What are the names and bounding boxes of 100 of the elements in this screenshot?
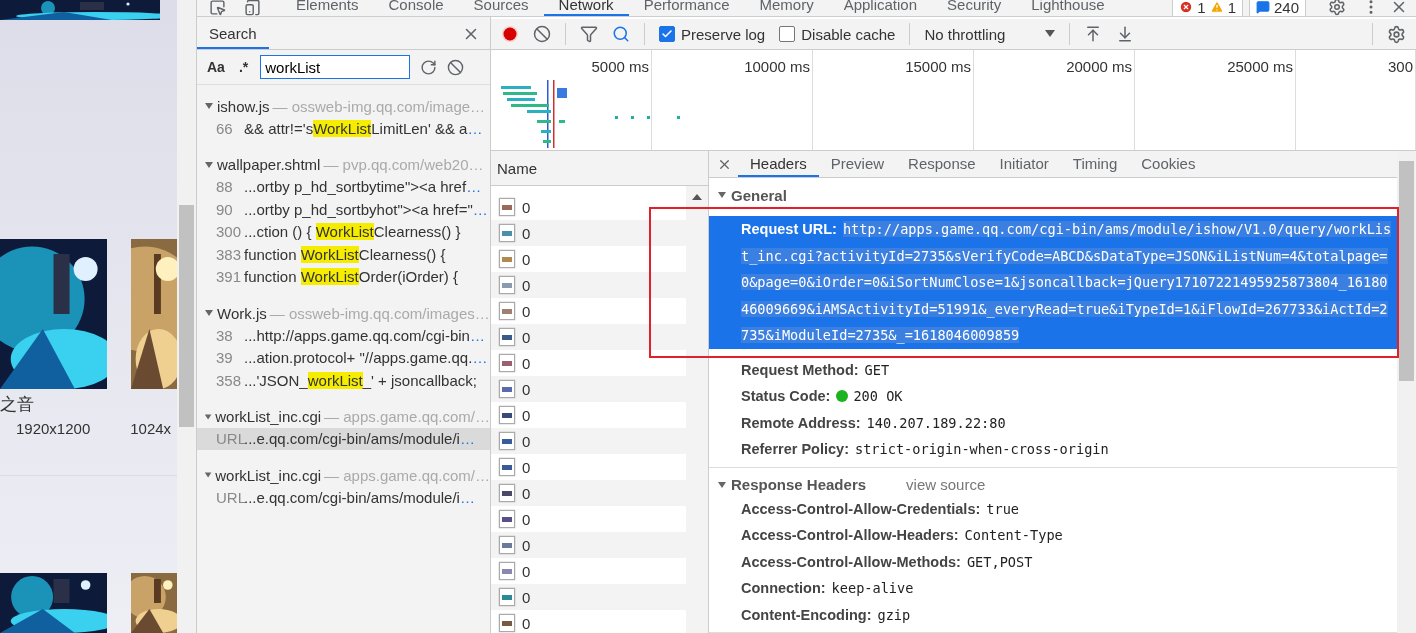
checkbox-label[interactable]: Disable cache: [801, 25, 896, 43]
settings-icon[interactable]: [1387, 24, 1406, 44]
header-field: Access-Control-Allow-Credentials: true: [709, 495, 1397, 522]
dropdown-caret-icon[interactable]: [1045, 30, 1056, 38]
request-row[interactable]: 0: [491, 376, 686, 402]
detail-tab[interactable]: Cookies: [1129, 151, 1208, 177]
detail-tab[interactable]: Preview: [818, 151, 897, 177]
request-row[interactable]: 0: [491, 220, 686, 246]
image-thumbnail-icon: [499, 198, 515, 216]
result-source: — pvp.qq.com/web20…: [323, 156, 484, 173]
checkbox-label[interactable]: Preserve log: [681, 25, 766, 43]
search-result[interactable]: URL...e.qq.com/cgi-bin/ams/module/i…: [197, 486, 490, 509]
search-result[interactable]: 38 ...http://apps.game.qq.com/cgi-bin…: [197, 324, 490, 347]
image-thumbnail-icon: [499, 562, 515, 580]
expanded-triangle-icon[interactable]: [204, 308, 214, 318]
image-thumbnail-icon: [499, 276, 515, 294]
image-thumbnail-icon: [499, 302, 515, 320]
expanded-triangle-icon[interactable]: [204, 159, 214, 170]
search-tab[interactable]: Search: [197, 19, 269, 49]
wallpaper-title: 之音: [0, 394, 35, 417]
image-thumbnail-icon: [499, 432, 515, 450]
resolution-link[interactable]: 1920x1200: [16, 420, 91, 438]
expanded-triangle-icon[interactable]: [204, 470, 213, 480]
result-file-name[interactable]: ishow.js: [217, 97, 270, 115]
view-source-link[interactable]: view source: [906, 476, 986, 493]
result-file-name[interactable]: Work.js: [217, 304, 267, 322]
image-thumbnail-icon: [499, 380, 515, 398]
device-icon[interactable]: [244, 0, 261, 16]
request-row[interactable]: 0: [491, 584, 686, 610]
search-result[interactable]: 88 ...ortby p_hd_sortbytime"><a href…: [197, 175, 490, 198]
panel-tab[interactable]: Memory: [744, 0, 829, 16]
section-title[interactable]: Response Headers: [731, 476, 867, 493]
result-source: — apps.game.qq.com/…: [324, 408, 490, 425]
expanded-triangle-icon[interactable]: [717, 190, 727, 200]
scrollbar-thumb[interactable]: [179, 205, 194, 427]
request-row[interactable]: 0: [491, 324, 686, 350]
column-header[interactable]: Name: [491, 151, 708, 186]
time-tick: 15000 ms: [905, 58, 971, 77]
image-thumbnail-icon: [499, 510, 515, 528]
header-field: Connection: keep-alive: [709, 575, 1397, 602]
section-title[interactable]: General: [731, 186, 787, 204]
image-thumbnail-icon: [499, 354, 515, 372]
expanded-triangle-icon[interactable]: [204, 101, 214, 111]
search-field[interactable]: workList: [260, 55, 411, 79]
inspect-icon[interactable]: [209, 0, 226, 16]
result-file-name[interactable]: workList_inc.cgi: [215, 408, 322, 425]
time-tick: 300: [1387, 58, 1413, 77]
checkbox[interactable]: [779, 26, 796, 42]
result-file-name[interactable]: wallpaper.shtml: [217, 156, 321, 173]
detail-tab[interactable]: Headers: [738, 151, 819, 177]
detail-tab[interactable]: Response: [896, 151, 988, 177]
filter-icon[interactable]: [580, 25, 598, 43]
record-icon[interactable]: [501, 25, 519, 43]
request-row[interactable]: 0: [491, 480, 686, 506]
request-row[interactable]: 0: [491, 272, 686, 298]
request-row[interactable]: 0: [491, 428, 686, 454]
time-tick: 5000 ms: [591, 58, 649, 77]
clear-icon[interactable]: [447, 58, 465, 76]
search-result[interactable]: URL...e.qq.com/cgi-bin/ams/module/i…: [197, 427, 490, 450]
throttling-select[interactable]: No throttling: [924, 25, 1006, 43]
scroll-up-icon[interactable]: [692, 194, 702, 200]
search-icon[interactable]: [612, 25, 630, 43]
image-thumbnail-icon: [499, 614, 515, 632]
scrollbar-thumb[interactable]: [1399, 161, 1414, 381]
settings-icon[interactable]: [1328, 0, 1346, 16]
header-field: Content-Encoding: gzip: [709, 601, 1397, 628]
refresh-icon[interactable]: [420, 58, 438, 76]
expanded-triangle-icon[interactable]: [717, 479, 727, 490]
search-result[interactable]: 90 ...ortby p_hd_sortbyhot"><a href="…: [197, 198, 490, 221]
image-thumbnail-icon: [499, 250, 515, 268]
regex-toggle[interactable]: .*: [236, 59, 251, 75]
header-field: Status Code: 200 OK: [709, 383, 1397, 410]
time-tick: 10000 ms: [744, 58, 810, 77]
match-case-toggle[interactable]: Aa: [205, 59, 227, 75]
result-source: — ossweb-img.qq.com/image…: [272, 97, 486, 115]
header-field: Access-Control-Allow-Headers: Content-Type: [709, 522, 1397, 549]
clear-icon[interactable]: [533, 25, 551, 43]
header-field: Remote Address: 140.207.189.22:80: [709, 409, 1397, 436]
header-field: Request Method: GET: [709, 356, 1397, 383]
detail-tab[interactable]: Timing: [1060, 151, 1130, 177]
image-thumbnail-icon: [499, 588, 515, 606]
image-thumbnail-icon: [499, 406, 515, 424]
image-thumbnail-icon: [499, 536, 515, 554]
image-thumbnail-icon: [499, 224, 515, 242]
resolution-link[interactable]: 1024x: [130, 420, 172, 438]
messages-badge[interactable]: 240: [1248, 0, 1306, 16]
result-file-name[interactable]: workList_inc.cgi: [215, 466, 322, 484]
header-field: Access-Control-Allow-Methods: GET,POST: [709, 548, 1397, 575]
image-thumbnail-icon: [499, 484, 515, 502]
issues-badge[interactable]: 1 1: [1172, 0, 1243, 16]
result-source: — ossweb-img.qq.com/images…: [269, 304, 490, 322]
time-tick: 25000 ms: [1227, 58, 1293, 77]
time-tick: 20000 ms: [1066, 58, 1132, 77]
request-row[interactable]: 0: [491, 532, 686, 558]
detail-tab[interactable]: Initiator: [987, 151, 1061, 177]
header-field: Referrer Policy: strict-origin-when-cross-origin: [709, 436, 1397, 463]
image-thumbnail-icon: [499, 328, 515, 346]
image-thumbnail-icon: [499, 458, 515, 476]
result-source: — apps.game.qq.com/…: [324, 466, 490, 484]
search-result[interactable]: 39 ...ation.protocol+ "//apps.game.qq.…: [197, 346, 490, 369]
